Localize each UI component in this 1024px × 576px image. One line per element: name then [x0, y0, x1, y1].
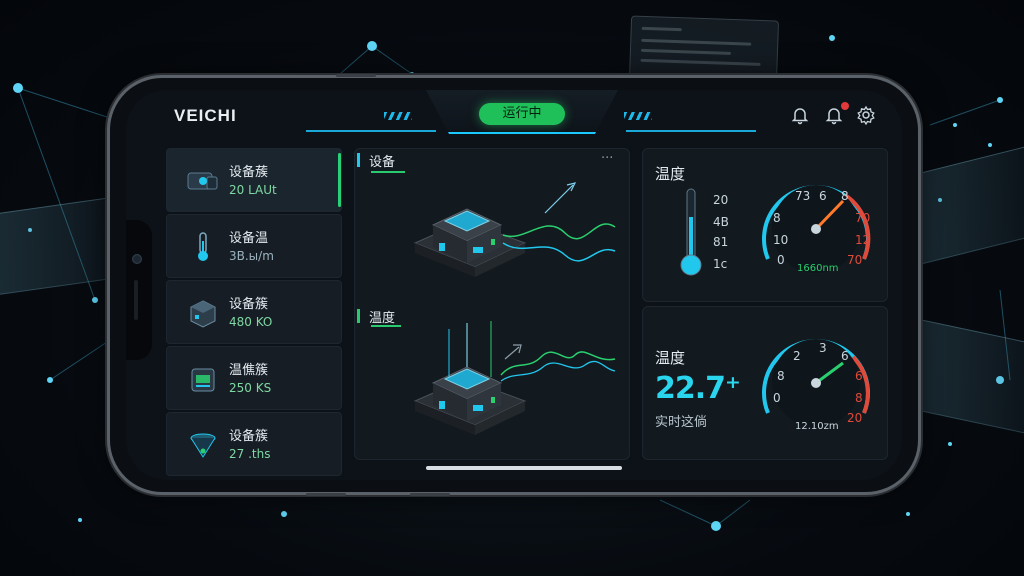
gauge-tick: 2 [793, 349, 801, 363]
item-value: 20 LAUt [229, 183, 277, 197]
panel-title: 温度 [655, 165, 686, 183]
device-illustration-1 [413, 182, 616, 277]
item-value: 480 KO [229, 315, 273, 329]
top-bar: VEICHI 运行中 [126, 90, 902, 138]
item-title: 设备蔟 [229, 165, 269, 180]
temperature-value-panel: 温度 22.7⁺ 实时这倘 2 3 6 8 0 6 8 20 12.10zm [642, 306, 888, 460]
brand-logo: VEICHI [174, 106, 237, 125]
gauge-tick: 8 [773, 211, 781, 225]
item-value: 3B.ы/m [229, 249, 274, 263]
header-stripes [624, 112, 652, 120]
camera-notch [126, 220, 152, 360]
bell-icon[interactable] [790, 105, 810, 125]
section-title-temperature: 温度 [369, 311, 396, 326]
device-visual-panel: 设备 ··· 温度 [354, 148, 630, 460]
gauge-tick: 6 [841, 349, 849, 363]
list-item-device-5[interactable]: 设备簇 27 .ths [166, 412, 342, 476]
list-item-device-3[interactable]: 设备簇 480 KO [166, 280, 342, 344]
phone-frame: VEICHI 运行中 设备蔟 20 LAUt 设备温 3B.ы/m 设备簇 48… [110, 74, 918, 496]
temperature-value: 22.7⁺ [655, 371, 741, 406]
item-title: 设备簇 [229, 297, 269, 312]
gauge-readout: 12.10zm [795, 421, 839, 432]
gauge-tick: 20 [847, 411, 863, 425]
data-strip-left [0, 197, 110, 295]
gauge-tick: 8 [777, 369, 785, 383]
item-title: 设备温 [229, 231, 269, 246]
section-marker [357, 309, 360, 323]
section-marker [357, 153, 360, 167]
item-value: 27 .ths [229, 447, 271, 461]
list-item-device-2[interactable]: 设备温 3B.ы/m [166, 214, 342, 278]
panel-title: 温度 [655, 349, 686, 367]
more-options-icon[interactable]: ··· [601, 151, 613, 166]
thermo-scale-label: 1c [713, 257, 728, 271]
cube-device-icon [190, 300, 216, 328]
speaker-slot [134, 280, 138, 320]
thermometer-icon [198, 232, 208, 261]
header-stripes [384, 112, 412, 120]
list-item-device-1[interactable]: 设备蔟 20 LAUt [166, 148, 342, 212]
notification-badge [841, 102, 849, 110]
realtime-caption: 实时这倘 [655, 415, 708, 430]
gauge-tick: 70 [847, 253, 863, 267]
gauge-tick: 6 [855, 369, 863, 383]
header-deco-line [306, 130, 436, 132]
truck-device-icon [187, 172, 218, 190]
gauge-tick: 10 [773, 233, 789, 247]
header-deco-line [626, 130, 756, 132]
gauge-tick: 70 [855, 211, 871, 225]
device-illustration-2 [413, 321, 616, 435]
device-list: 设备蔟 20 LAUt 设备温 3B.ы/m 设备簇 480 KO 温僬簇 25… [166, 148, 342, 480]
screen: VEICHI 运行中 设备蔟 20 LAUt 设备温 3B.ы/m 设备簇 48… [126, 90, 902, 480]
gauge-readout: 1660nm [797, 263, 839, 274]
gauge-tick: 0 [773, 391, 781, 405]
front-camera [132, 254, 142, 264]
home-indicator[interactable] [426, 466, 622, 470]
server-device-icon [191, 368, 215, 392]
section-title-device: 设备 [369, 155, 396, 170]
gauge-tick: 73 [795, 189, 811, 203]
active-indicator [338, 153, 341, 207]
thermo-scale-label: 20 [713, 193, 729, 207]
floating-panel [628, 15, 780, 85]
thermo-scale-label: 4B [713, 215, 729, 229]
thermo-scale-label: 81 [713, 235, 729, 249]
thermometer-icon [680, 188, 702, 276]
list-item-device-4[interactable]: 温僬簇 250 KS [166, 346, 342, 410]
status-badge: 运行中 [479, 103, 565, 125]
temperature-gauge-panel: 温度 20 4B 81 1c 73 6 8 8 10 70 12 0 70 16… [642, 148, 888, 302]
funnel-device-icon [190, 433, 216, 458]
item-title: 温僬簇 [229, 363, 269, 378]
gauge-tick: 0 [777, 253, 785, 267]
item-value: 250 KS [229, 381, 272, 395]
settings-icon[interactable] [856, 105, 876, 125]
item-title: 设备簇 [229, 429, 269, 444]
gauge-tick: 12 [855, 233, 871, 247]
gauge-tick: 8 [855, 391, 863, 405]
gauge-tick: 8 [841, 189, 849, 203]
gauge-tick: 6 [819, 189, 827, 203]
gauge-tick: 3 [819, 341, 827, 355]
side-button [306, 493, 346, 496]
volume-button [336, 74, 376, 77]
side-button [410, 493, 450, 496]
